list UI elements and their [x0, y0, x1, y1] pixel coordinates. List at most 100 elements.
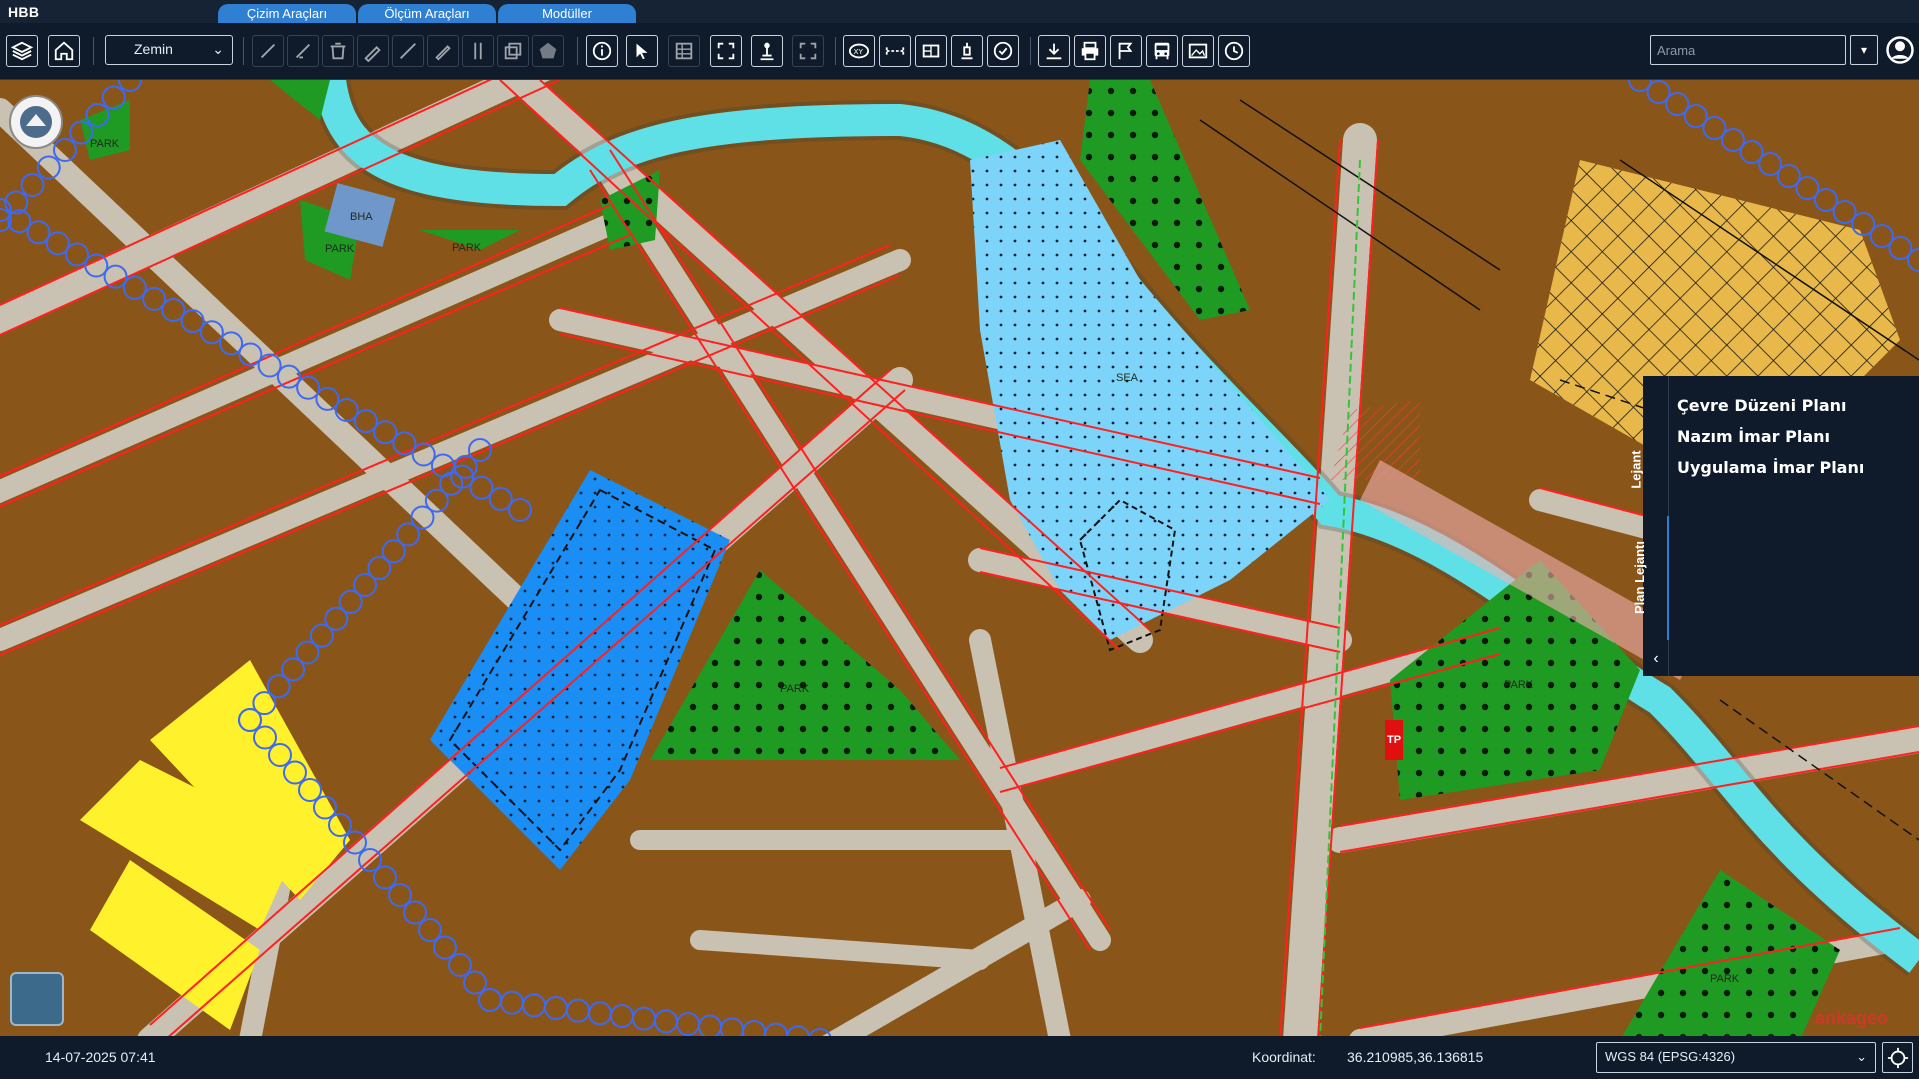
chevron-left-icon: ‹ [1653, 650, 1659, 667]
export-icon [961, 42, 973, 60]
print-icon [1081, 41, 1099, 61]
measure-line-button[interactable] [392, 35, 424, 67]
check-icon [993, 41, 1013, 61]
clock-icon [1224, 41, 1244, 61]
download-icon [1046, 43, 1062, 60]
column-icon [474, 42, 482, 60]
legend-tabs: Lejant Plan Lejantı ‹ [1629, 376, 1669, 676]
column-button[interactable] [462, 35, 494, 67]
image-edit-icon [1188, 43, 1208, 59]
chevron-down-icon: ⌄ [212, 41, 224, 57]
tab-moduller[interactable]: Modüller [498, 4, 636, 24]
map-label-sea: SEA [1116, 372, 1139, 384]
user-button[interactable] [1884, 33, 1916, 67]
info-icon [592, 41, 612, 61]
legend-item-cevre-duzeni[interactable]: Çevre Düzeni Planı [1677, 390, 1864, 421]
base-layer-select[interactable]: Zemin ⌄ [105, 35, 233, 65]
tab-olcum-araclari[interactable]: Ölçüm Araçları [358, 4, 496, 24]
layers-icon [11, 41, 33, 61]
legend-collapse-button[interactable]: ‹ [1643, 644, 1669, 674]
svg-text:XY: XY [854, 47, 864, 56]
area-button[interactable] [915, 35, 947, 67]
user-icon [1886, 36, 1914, 64]
status-bar: 14-07-2025 07:41 Koordinat: 36.210985,36… [0, 1036, 1919, 1079]
select-cursor-icon [636, 43, 648, 60]
crs-value: WGS 84 (EPSG:4326) [1605, 1049, 1736, 1064]
map-label-park: PARK [780, 683, 810, 695]
edit-button[interactable] [357, 35, 389, 67]
pin-icon [760, 42, 774, 61]
fullscreen-icon [717, 42, 735, 60]
table-button[interactable] [668, 35, 700, 67]
print-button[interactable] [1074, 35, 1106, 67]
crs-select[interactable]: WGS 84 (EPSG:4326) ⌄ [1596, 1042, 1876, 1073]
pin-button[interactable] [751, 35, 783, 67]
search-options-button[interactable]: ▾ [1850, 35, 1878, 65]
pen-button[interactable] [427, 35, 459, 67]
fullscreen-button[interactable] [710, 35, 742, 67]
provider-watermark: ankageo [1815, 1008, 1889, 1028]
map-label-park: PARK [90, 138, 120, 150]
download-button[interactable] [1038, 35, 1070, 67]
history-button[interactable] [1218, 35, 1250, 67]
zoom-extent-icon [799, 42, 817, 60]
flag-icon [1118, 42, 1133, 60]
area-icon [922, 44, 940, 58]
draw-point-button[interactable] [252, 35, 284, 67]
home-button[interactable] [48, 35, 80, 67]
map-label-park: PARK [1710, 973, 1740, 985]
title-bar: HBB Çizim Araçları Ölçüm Araçları Modüll… [0, 0, 1919, 24]
map-label-bha: BHA [350, 211, 373, 223]
pen-icon [435, 45, 451, 61]
chevron-down-icon: ▾ [1860, 43, 1868, 57]
app-title: HBB [8, 4, 40, 20]
table-icon [675, 42, 693, 60]
info-button[interactable] [586, 35, 618, 67]
check-button[interactable] [987, 35, 1019, 67]
delete-button[interactable] [322, 35, 354, 67]
legend-list: Çevre Düzeni Planı Nazım İmar Planı Uygu… [1677, 390, 1864, 483]
crosshair-icon [1887, 1047, 1908, 1068]
xy-coordinate-button[interactable]: XY [843, 35, 875, 67]
bus-button[interactable] [1146, 35, 1178, 67]
measure-line-icon [400, 43, 416, 59]
home-icon [54, 41, 74, 61]
minimap-toggle[interactable] [10, 972, 64, 1026]
layers-button[interactable] [6, 35, 38, 67]
legend-item-nazim-imar[interactable]: Nazım İmar Planı [1677, 421, 1864, 452]
edit-icon [364, 46, 381, 62]
toolbar-divider [243, 37, 244, 65]
toolbar-divider [1030, 37, 1031, 65]
distance-button[interactable] [879, 35, 911, 67]
map-label-park: PARK [452, 242, 482, 254]
legend-item-uygulama-imar[interactable]: Uygulama İmar Planı [1677, 452, 1864, 483]
map-canvas[interactable]: BHA SEA PARK PARK PARK PARK PARK PARK TP… [0, 80, 1919, 1036]
map-label-park: PARK [325, 243, 355, 255]
coordinate-value: 36.210985,36.136815 [1347, 1049, 1484, 1065]
municipality-logo [8, 86, 64, 158]
chevron-down-icon: ⌄ [1856, 1049, 1867, 1064]
zoom-extent-button[interactable] [792, 35, 824, 67]
toolbar-divider [835, 37, 836, 65]
polygon-button[interactable] [532, 35, 564, 67]
datetime-display: 14-07-2025 07:41 [45, 1049, 156, 1065]
tab-plan-lejanti[interactable]: Plan Lejantı [1632, 516, 1669, 640]
select-button[interactable] [626, 35, 658, 67]
legend-panel: Lejant Plan Lejantı ‹ Çevre Düzeni Planı… [1629, 376, 1919, 676]
draw-line-button[interactable] [287, 35, 319, 67]
flag-button[interactable] [1110, 35, 1142, 67]
search-input[interactable] [1650, 35, 1846, 65]
toolbar-divider [93, 37, 94, 65]
distance-icon [885, 47, 905, 55]
map-label-park: PARK [1504, 679, 1534, 691]
export-button[interactable] [951, 35, 983, 67]
image-edit-button[interactable] [1182, 35, 1214, 67]
tab-lejant[interactable]: Lejant [1629, 438, 1669, 508]
locate-button[interactable] [1882, 1042, 1913, 1073]
copy-button[interactable] [497, 35, 529, 67]
bus-icon [1154, 42, 1170, 60]
tab-cizim-araclari[interactable]: Çizim Araçları [218, 4, 356, 24]
toolbar: Zemin ⌄ XY ▾ [0, 23, 1919, 80]
coordinate-label: Koordinat: [1252, 1049, 1316, 1065]
xy-coordinate-icon: XY [848, 43, 870, 59]
